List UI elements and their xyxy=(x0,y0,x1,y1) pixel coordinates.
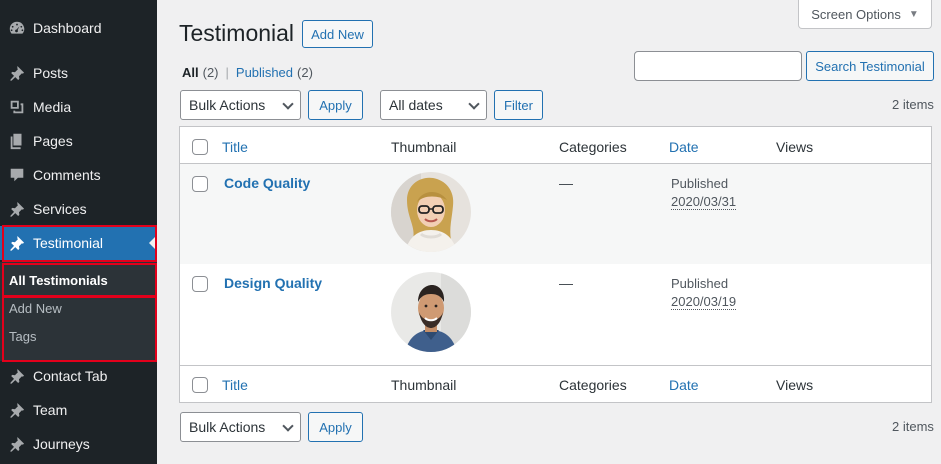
chevron-down-icon xyxy=(282,420,294,432)
sidebar-item-team[interactable]: Team xyxy=(0,393,157,427)
bulk-actions-value: Bulk Actions xyxy=(189,419,266,435)
submenu-item-tags[interactable]: Tags xyxy=(9,329,36,344)
column-thumbnail-header: Thumbnail xyxy=(391,139,457,155)
page-title: Testimonial xyxy=(179,20,295,46)
pushpin-icon xyxy=(7,233,27,253)
sidebar-item-journeys[interactable]: Journeys xyxy=(0,427,157,461)
bulk-actions-select-bottom[interactable]: Bulk Actions xyxy=(180,412,301,442)
bulk-actions-select[interactable]: Bulk Actions xyxy=(180,90,301,120)
thumbnail-image xyxy=(391,272,471,352)
thumbnail-image xyxy=(391,172,471,252)
table-row: Code Quality — Published 2020/03/31 xyxy=(180,164,931,264)
bulk-actions-value: Bulk Actions xyxy=(189,97,266,113)
screen-options-button[interactable]: Screen Options ▼ xyxy=(798,0,932,29)
items-count-bottom: 2 items xyxy=(892,419,934,434)
items-count: 2 items xyxy=(892,97,934,112)
view-published-link[interactable]: Published xyxy=(236,65,293,80)
apply-button[interactable]: Apply xyxy=(308,90,363,120)
row-date-value: 2020/03/19 xyxy=(671,294,737,310)
sidebar-item-label: Comments xyxy=(33,167,101,183)
sidebar-item-label: Journeys xyxy=(33,436,90,452)
view-separator: | xyxy=(225,65,229,80)
column-title-footer[interactable]: Title xyxy=(222,377,248,393)
row-checkbox[interactable] xyxy=(192,176,208,192)
pushpin-icon xyxy=(7,199,27,219)
row-date-status: Published xyxy=(671,176,729,191)
submenu-item-all-testimonials[interactable]: All Testimonials xyxy=(9,273,108,288)
testimonial-submenu: All Testimonials Add New Tags xyxy=(0,262,157,361)
row-categories: — xyxy=(559,175,573,191)
sidebar-item-label: Testimonial xyxy=(33,235,104,251)
view-published-count: (2) xyxy=(297,65,313,80)
view-all-link[interactable]: All xyxy=(182,65,199,80)
admin-sidebar: Dashboard Posts Media Pages Comments Ser… xyxy=(0,0,157,464)
search-input[interactable] xyxy=(634,51,802,81)
row-date-status: Published xyxy=(671,276,729,291)
row-date-value: 2020/03/31 xyxy=(671,194,737,210)
media-icon xyxy=(7,97,27,117)
sidebar-item-label: Team xyxy=(33,402,68,418)
pushpin-icon xyxy=(7,400,27,420)
row-categories: — xyxy=(559,275,573,291)
chevron-down-icon xyxy=(282,98,294,110)
sidebar-item-media[interactable]: Media xyxy=(0,90,157,124)
pushpin-icon xyxy=(7,63,27,83)
sidebar-item-label: Dashboard xyxy=(33,20,102,36)
comment-icon xyxy=(7,165,27,185)
select-all-checkbox-footer[interactable] xyxy=(192,377,208,393)
dashboard-icon xyxy=(7,18,27,38)
table-row: Design Quality — Published 2020/03/19 xyxy=(180,264,931,364)
column-title-header[interactable]: Title xyxy=(222,139,248,155)
screen-options-label: Screen Options xyxy=(811,6,901,22)
filter-button[interactable]: Filter xyxy=(494,90,543,120)
date-filter-value: All dates xyxy=(389,97,443,113)
sidebar-item-label: Services xyxy=(33,201,87,217)
apply-button-bottom[interactable]: Apply xyxy=(308,412,363,442)
column-thumbnail-footer: Thumbnail xyxy=(391,377,457,393)
column-views-footer: Views xyxy=(776,377,814,393)
testimonials-table: Title Thumbnail Categories Date Views Co… xyxy=(179,126,932,403)
sidebar-item-posts[interactable]: Posts xyxy=(0,56,157,90)
row-title-link[interactable]: Code Quality xyxy=(224,175,310,191)
select-all-checkbox[interactable] xyxy=(192,139,208,155)
row-checkbox[interactable] xyxy=(192,276,208,292)
sidebar-item-label: Pages xyxy=(33,133,73,149)
chevron-down-icon xyxy=(468,98,480,110)
status-views: All (2) | Published (2) xyxy=(182,65,313,80)
sidebar-item-contact-tab[interactable]: Contact Tab xyxy=(0,359,157,393)
column-date-footer[interactable]: Date xyxy=(669,377,699,393)
caret-down-icon: ▼ xyxy=(908,8,919,20)
sidebar-item-services[interactable]: Services xyxy=(0,192,157,226)
column-views-header: Views xyxy=(776,139,814,155)
sidebar-item-label: Media xyxy=(33,99,72,115)
column-categories-header: Categories xyxy=(559,139,627,155)
row-title-link[interactable]: Design Quality xyxy=(224,275,322,291)
sidebar-item-pages[interactable]: Pages xyxy=(0,124,157,158)
table-header-row: Title Thumbnail Categories Date Views xyxy=(180,127,931,164)
sidebar-item-testimonial[interactable]: Testimonial xyxy=(0,226,157,260)
add-new-button[interactable]: Add New xyxy=(302,20,373,48)
pushpin-icon xyxy=(7,434,27,454)
table-footer-row: Title Thumbnail Categories Date Views xyxy=(180,365,931,402)
column-date-header[interactable]: Date xyxy=(669,139,699,155)
view-all-count: (2) xyxy=(202,65,219,80)
sidebar-item-label: Posts xyxy=(33,65,69,81)
sidebar-item-dashboard[interactable]: Dashboard xyxy=(0,11,157,45)
column-categories-footer: Categories xyxy=(559,377,627,393)
pushpin-icon xyxy=(7,366,27,386)
submenu-item-add-new[interactable]: Add New xyxy=(9,301,62,316)
search-testimonial-button[interactable]: Search Testimonial xyxy=(806,51,934,81)
date-filter-select[interactable]: All dates xyxy=(380,90,487,120)
pages-icon xyxy=(7,131,27,151)
sidebar-item-comments[interactable]: Comments xyxy=(0,158,157,192)
sidebar-item-label: Contact Tab xyxy=(33,368,108,384)
